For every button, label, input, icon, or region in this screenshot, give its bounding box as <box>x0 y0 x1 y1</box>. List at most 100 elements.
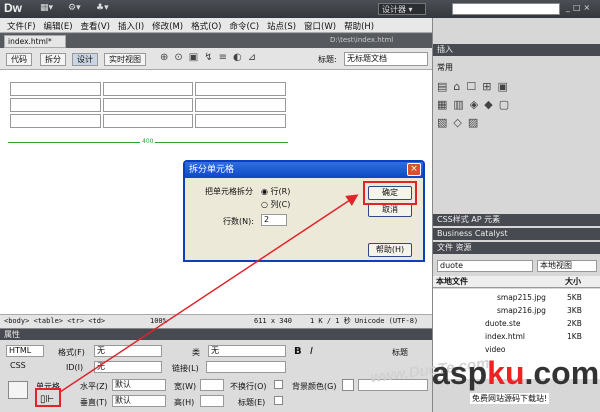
view-select[interactable]: 本地视图 <box>537 260 597 272</box>
menu-site[interactable]: 站点(S) <box>260 18 296 32</box>
halign-label: 水平(Z) <box>80 382 108 391</box>
live-view-button[interactable]: 实时视图 <box>104 53 146 66</box>
toolbar-icons[interactable]: ⊕⊙▣↯≡◐⊿ <box>160 52 262 63</box>
site-select[interactable]: duote <box>437 260 533 272</box>
files-header: 本地文件 大小 <box>433 276 600 288</box>
bgcolor-swatch[interactable] <box>342 379 354 391</box>
code-view-button[interactable]: 代码 <box>6 53 32 66</box>
zoom-level[interactable]: 100% <box>150 315 167 328</box>
layout-icon[interactable]: ▦▾ <box>40 3 60 14</box>
extend-icon[interactable]: ⚙▾ <box>68 3 88 14</box>
html-table[interactable] <box>8 80 288 130</box>
split-cell-dialog: 拆分单元格 × 把单元格拆分 ◉ 行(R) ○ 列(C) 行数(N): 2 ww… <box>183 160 490 386</box>
menu-edit[interactable]: 编辑(E) <box>37 18 73 32</box>
site-icon[interactable]: ♣▾ <box>96 3 116 14</box>
list-item[interactable]: smap215.jpg 5KB <box>433 289 600 302</box>
cols-radio[interactable]: ○ 列(C) <box>261 199 290 210</box>
bold-button[interactable]: B <box>294 346 302 357</box>
table-cell[interactable] <box>10 98 101 112</box>
status-bar: <body> <table> <tr> <td> 100% 611 x 340 … <box>0 314 432 328</box>
document-path: D:\test\index.html <box>330 36 394 44</box>
valign-select[interactable]: 默认 <box>112 395 166 407</box>
id-label: ID(I) <box>66 363 84 372</box>
split-view-button[interactable]: 拆分 <box>40 53 66 66</box>
dw-logo: Dw <box>4 1 22 15</box>
dialog-title: 拆分单元格 <box>185 162 423 178</box>
header-title-label: 标题 <box>392 348 408 357</box>
menu-modify[interactable]: 修改(M) <box>145 18 183 32</box>
css-panel-tab[interactable]: CSS样式 AP 元素 <box>433 214 600 226</box>
menu-view[interactable]: 查看(V) <box>74 18 110 32</box>
cell-icon <box>8 381 28 399</box>
width-input[interactable] <box>200 379 224 391</box>
list-item[interactable]: index.html 1KB <box>433 328 600 341</box>
table-cell[interactable] <box>195 82 286 96</box>
link-label: 链接(L) <box>172 364 199 373</box>
ok-highlight-box <box>363 181 417 205</box>
rows-count-label: 行数(N): <box>223 217 254 226</box>
id-select[interactable]: 无 <box>94 361 162 373</box>
bgcolor-label: 背景颜色(G) <box>292 382 337 391</box>
class-label: 类 <box>192 348 200 357</box>
table-cell[interactable] <box>102 98 194 112</box>
insert-panel-tab[interactable]: 插入 <box>433 44 600 56</box>
menu-help[interactable]: 帮助(H) <box>337 18 374 32</box>
menu-insert[interactable]: 插入(I) <box>111 18 144 32</box>
rows-radio[interactable]: ◉ 行(R) <box>261 186 290 197</box>
document-tab[interactable]: index.html* <box>4 35 66 48</box>
document-tabbar: index.html* D:\test\index.html <box>0 34 432 48</box>
window-controls[interactable]: _□× <box>566 3 593 12</box>
class-select[interactable]: 无 <box>208 345 286 357</box>
workspace-switcher[interactable]: 设计器 ▾ <box>378 3 426 15</box>
design-view-button[interactable]: 设计 <box>72 53 98 66</box>
rows-count-input[interactable]: 2 <box>261 214 287 226</box>
title-label: 标题: <box>318 55 337 64</box>
header-checkbox[interactable] <box>274 396 283 405</box>
menu-window[interactable]: 窗口(W) <box>297 18 336 32</box>
download-info: 1 K / 1 秒 Unicode (UTF-8) <box>310 317 419 325</box>
insert-category[interactable]: 常用 <box>437 62 453 73</box>
bc-panel-tab[interactable]: Business Catalyst <box>433 228 600 240</box>
properties-header: 属性 <box>0 329 432 340</box>
cancel-button[interactable]: 取消 <box>368 203 412 217</box>
menu-commands[interactable]: 命令(C) <box>222 18 259 32</box>
nowrap-label: 不换行(O) <box>230 382 267 391</box>
right-panels: 插入 常用 ▤⌂☐⊞▣ ▦▥◈◆▢ ▧◇▨ CSS样式 AP 元素 Business… <box>432 18 600 412</box>
table-cell[interactable] <box>195 114 286 128</box>
menu-format[interactable]: 格式(O) <box>184 18 221 32</box>
tag-selector[interactable]: <body> <table> <tr> <td> <box>4 317 105 325</box>
insert-icons[interactable]: ▤⌂☐⊞▣ ▦▥◈◆▢ ▧◇▨ <box>437 78 597 136</box>
table-cell[interactable] <box>195 98 286 112</box>
aspku-logo: aspku.com <box>432 355 600 391</box>
halign-select[interactable]: 默认 <box>112 379 166 391</box>
table-cell[interactable] <box>10 114 101 128</box>
link-input[interactable] <box>206 361 286 373</box>
table-cell[interactable] <box>102 114 194 128</box>
width-label: 宽(W) <box>174 382 197 391</box>
valign-label: 垂直(T) <box>80 398 108 407</box>
properties-panel: 属性 HTML CSS 格式(F) 无 类 无 B I ID(I) 无 链接(L… <box>0 328 432 412</box>
html-mode-button[interactable]: HTML <box>6 345 44 357</box>
list-item[interactable]: duote.ste 2KB <box>433 315 600 328</box>
list-item[interactable]: smap216.jpg 3KB <box>433 302 600 315</box>
list-item[interactable]: video <box>433 341 600 354</box>
nowrap-checkbox[interactable] <box>274 380 283 389</box>
css-mode-button[interactable]: CSS <box>10 361 26 370</box>
table-cell[interactable] <box>10 82 101 96</box>
table-width-label: 400 <box>140 138 156 145</box>
close-icon[interactable]: × <box>407 163 421 176</box>
format-select[interactable]: 无 <box>94 345 162 357</box>
search-input[interactable] <box>452 3 560 15</box>
help-button[interactable]: 帮助(H) <box>368 243 412 257</box>
menu-file[interactable]: 文件(F) <box>0 18 36 32</box>
files-panel-tab[interactable]: 文件 资源 <box>433 242 600 254</box>
height-input[interactable] <box>200 395 224 407</box>
italic-button[interactable]: I <box>310 346 313 357</box>
table-cell[interactable] <box>102 82 194 96</box>
split-label: 把单元格拆分 <box>205 187 253 196</box>
window-size[interactable]: 611 x 340 <box>254 315 292 328</box>
header-label: 标题(E) <box>238 398 266 407</box>
format-label: 格式(F) <box>58 348 85 357</box>
height-label: 高(H) <box>174 398 195 407</box>
title-input[interactable]: 无标题文档 <box>344 52 428 66</box>
